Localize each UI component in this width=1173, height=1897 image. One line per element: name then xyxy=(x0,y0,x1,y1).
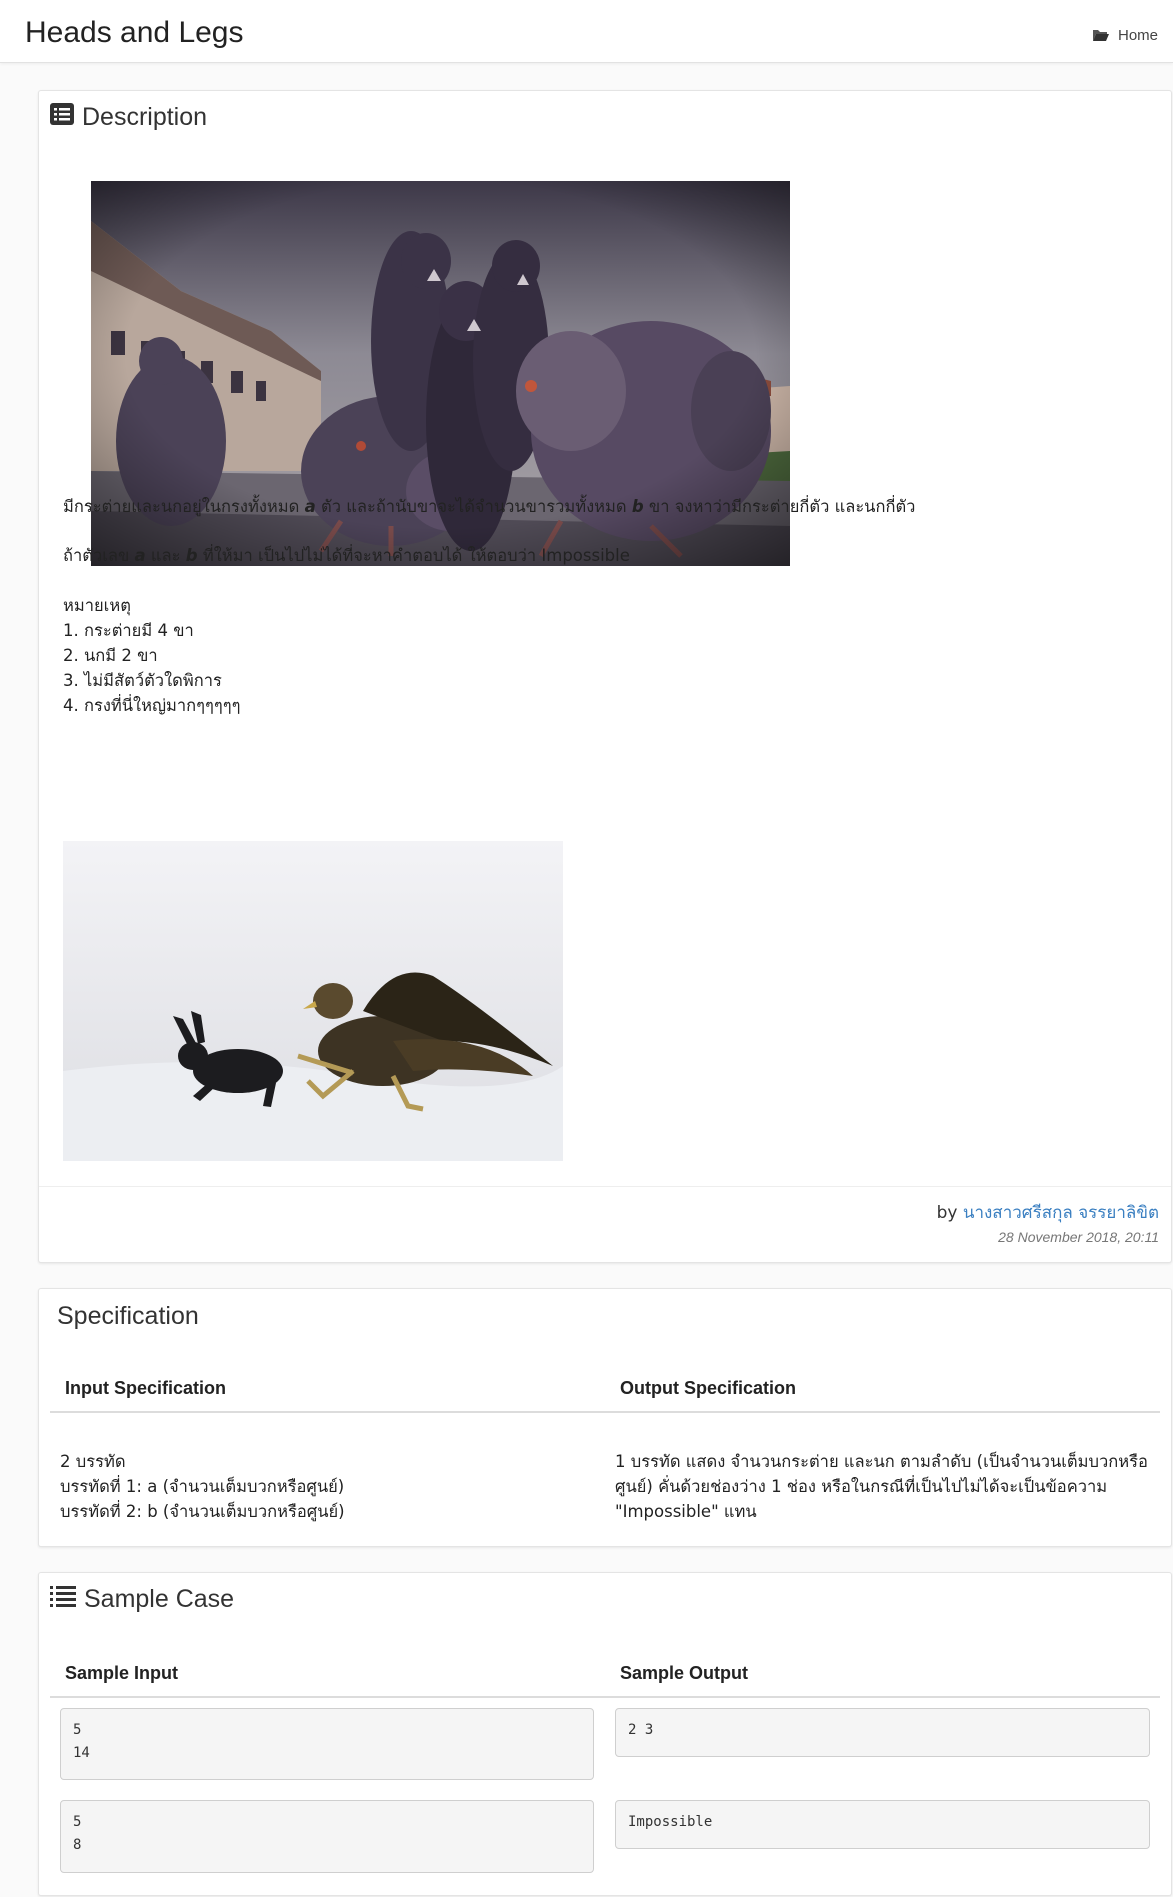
impossible-rule: ถ้าตัวเลข a และ b ที่ให้มา เป็นไปไม่ได้ท… xyxy=(63,546,630,565)
description-heading-label: Description xyxy=(82,103,208,131)
problem-statement: มีกระต่ายและนกอยู่ในกรงทั้งหมด a ตัว และ… xyxy=(63,497,916,516)
input-spec-text: 2 บรรทัด บรรทัดที่ 1: a (จำนวนเต็มบวกหรื… xyxy=(60,1452,345,1521)
description-panel: Description มีกระต่ายและนกอยู่ในกรงทั้งห… xyxy=(38,90,1172,1263)
sample-input-2[interactable]: 5 8 xyxy=(60,1800,594,1873)
list-ol-icon xyxy=(50,1585,76,1614)
note-item: 2. นกมี 2 ขา xyxy=(63,646,158,665)
page-title: Heads and Legs xyxy=(25,16,244,49)
var-b: b xyxy=(631,497,644,516)
breadcrumb-home-link[interactable]: Home xyxy=(1118,27,1158,44)
specification-panel: Specification Input Specification Output… xyxy=(38,1288,1172,1547)
sample-input-header: Sample Input xyxy=(65,1663,179,1683)
eagle-rabbit-image xyxy=(63,841,563,1161)
sample-case-panel: Sample Case Sample Input Sample Output 5… xyxy=(38,1572,1172,1896)
note-item: 1. กระต่ายมี 4 ขา xyxy=(63,621,194,640)
output-spec-header: Output Specification xyxy=(620,1378,797,1398)
folder-open-icon xyxy=(1092,29,1110,42)
post-date: 28 November 2018, 20:11 xyxy=(998,1229,1159,1245)
var-a: a xyxy=(304,497,316,516)
note-item: 4. กรงที่นี่ใหญ่มากๆๆๆๆๆ xyxy=(63,696,241,715)
sample-output-header: Sample Output xyxy=(620,1663,749,1683)
author-link[interactable]: นางสาวศรีสกุล จรรยาลิขิต xyxy=(963,1203,1159,1223)
sample-case-heading-label: Sample Case xyxy=(84,1585,235,1613)
panel-footer-divider xyxy=(39,1186,1171,1187)
sample-input-1[interactable]: 5 14 xyxy=(60,1708,594,1780)
note-item: 3. ไม่มีสัตว์ตัวใดพิการ xyxy=(63,671,222,690)
spec-divider xyxy=(50,1411,1160,1413)
note-title: หมายเหตุ xyxy=(63,596,131,615)
sample-divider xyxy=(50,1696,1160,1698)
list-alt-icon xyxy=(50,103,74,132)
sample-case-heading: Sample Case xyxy=(50,1585,234,1614)
input-spec-header: Input Specification xyxy=(65,1378,227,1398)
breadcrumb[interactable]: Home xyxy=(1092,27,1158,44)
top-bar: Heads and Legs Home xyxy=(0,0,1173,63)
output-spec-text: 1 บรรทัด แสดง จำนวนกระต่าย และนก ตามลำดั… xyxy=(615,1452,1148,1521)
description-heading: Description xyxy=(50,103,207,132)
sample-output-2[interactable]: Impossible xyxy=(615,1800,1150,1849)
sample-output-1[interactable]: 2 3 xyxy=(615,1708,1150,1757)
author-line: by นางสาวศรีสกุล จรรยาลิขิต xyxy=(936,1203,1159,1223)
specification-heading: Specification xyxy=(57,1302,199,1330)
